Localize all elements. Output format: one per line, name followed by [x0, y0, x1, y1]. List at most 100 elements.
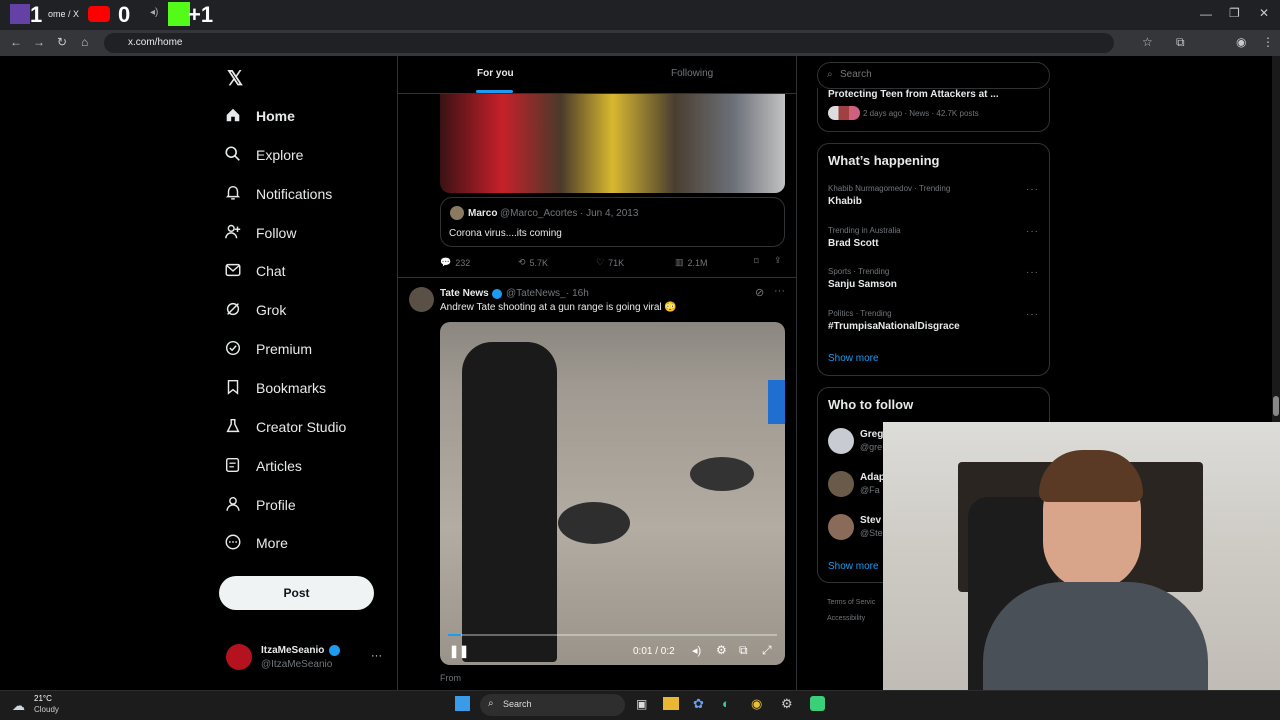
reply-button[interactable]: 💬 232 — [440, 257, 470, 268]
copilot-icon[interactable]: ✿ — [693, 696, 704, 712]
twitch-logo-overlay — [10, 4, 30, 24]
fullscreen-icon[interactable]: ⤢ — [762, 643, 772, 658]
taskbar-search[interactable]: ⌕ Search — [480, 694, 625, 716]
trend-title: Brad Scott — [828, 237, 879, 249]
account-switcher[interactable]: ItzaMeSeanio @ItzaMeSeanio ··· — [226, 642, 386, 674]
minimize-icon[interactable]: — — [1200, 7, 1212, 21]
search-box[interactable]: ⌕ — [817, 62, 1050, 89]
trend-more-icon[interactable]: ··· — [1026, 267, 1039, 278]
show-more-trends[interactable]: Show more — [828, 353, 879, 364]
person-icon — [224, 495, 242, 516]
pause-icon[interactable]: ❚❚ — [449, 644, 469, 658]
x-logo[interactable]: 𝕏 — [227, 66, 243, 91]
close-icon[interactable]: ✕ — [1259, 6, 1269, 20]
video-frame-figure — [462, 342, 557, 662]
back-icon[interactable]: ← — [10, 35, 22, 49]
share-icon[interactable]: ⇪ — [774, 255, 782, 266]
chart-icon: ▥ — [675, 257, 684, 267]
extensions-icon[interactable]: ⧉ — [1176, 35, 1185, 50]
trend-item[interactable]: Politics · Trending #TrumpisaNationalDisg… — [828, 309, 1038, 343]
scrollbar-thumb[interactable] — [1273, 396, 1279, 416]
post-video[interactable]: ❚❚ 0:01 / 0:2 ◂) ⚙ ⧉ ⤢ — [440, 322, 785, 665]
start-icon[interactable] — [455, 696, 470, 711]
post-author-handle[interactable]: @TateNews_ — [506, 288, 566, 299]
quoted-name: Marco — [468, 208, 498, 219]
show-more-follow[interactable]: Show more — [828, 561, 879, 572]
bookmark-star-icon[interactable]: ☆ — [1142, 35, 1153, 49]
reply-count: 232 — [455, 257, 471, 268]
bookmark-post-icon[interactable]: ⌑ — [754, 256, 759, 267]
quoted-tweet[interactable]: Marco @Marco_Acortes · Jun 4, 2013 Coron… — [440, 197, 785, 247]
nav-item-premium[interactable]: Premium — [224, 334, 312, 364]
grok-post-icon[interactable]: ⊘ — [755, 286, 764, 299]
tab-following[interactable]: Following — [671, 68, 713, 79]
nav-item-bookmarks[interactable]: Bookmarks — [224, 373, 326, 403]
post-button[interactable]: Post — [219, 576, 374, 610]
pip-icon[interactable]: ⧉ — [739, 643, 748, 658]
browser-tab-title[interactable]: ome / X — [48, 9, 79, 19]
nav-item-more[interactable]: More — [224, 528, 288, 558]
restore-icon[interactable]: ❐ — [1229, 6, 1240, 20]
trend-item[interactable]: Trending in Australia Brad Scott ··· — [828, 226, 1038, 260]
video-source-label: From — [440, 673, 461, 683]
heart-icon: ♡ — [596, 257, 605, 267]
flask-icon — [224, 417, 242, 438]
browser-menu-icon[interactable]: ⋮ — [1262, 35, 1274, 49]
trend-more-icon[interactable]: ··· — [1026, 226, 1039, 237]
trend-item[interactable]: Sports · Trending Sanju Samson ··· — [828, 267, 1038, 301]
nav-item-home[interactable]: Home — [224, 101, 295, 131]
file-explorer-icon[interactable] — [663, 697, 679, 710]
post-time: · 16h — [566, 288, 589, 299]
footer-link-terms[interactable]: Terms of Servic — [827, 599, 875, 606]
nav-item-label: Articles — [256, 458, 302, 474]
steam-icon[interactable]: ⚙ — [781, 696, 793, 712]
avatar — [450, 206, 464, 220]
nav-item-articles[interactable]: Articles — [224, 451, 302, 481]
post-image-top[interactable] — [440, 94, 785, 193]
post-more-icon[interactable]: ··· — [774, 285, 785, 297]
nav-item-creator-studio[interactable]: Creator Studio — [224, 412, 346, 442]
repost-button[interactable]: ⟲ 5.7K — [518, 257, 548, 268]
news-meta: 2 days ago · News · 42.7K posts — [863, 109, 979, 118]
trend-more-icon[interactable]: ··· — [1026, 184, 1039, 195]
volume-icon[interactable]: ◂) — [692, 644, 701, 657]
views-button[interactable]: ▥ 2.1M — [675, 257, 708, 268]
news-box[interactable]: Protecting Teen from Attackers at ... 2 … — [817, 88, 1050, 132]
url-field[interactable]: x.com/home — [104, 33, 1114, 53]
tab-for-you[interactable]: For you — [477, 68, 514, 79]
settings-icon[interactable]: ⚙ — [716, 643, 727, 657]
video-progress-bar[interactable] — [448, 634, 777, 636]
whats-happening-box: What’s happening Show more Khabib Nurmag… — [817, 143, 1050, 376]
post-author-name[interactable]: Tate News — [440, 288, 489, 299]
reload-icon[interactable]: ↻ — [57, 35, 67, 49]
avatar — [226, 644, 252, 670]
profile-avatar-icon[interactable]: ◉ — [1236, 35, 1246, 49]
weather-desc: Cloudy — [34, 705, 59, 714]
chrome-icon[interactable]: ◉ — [751, 696, 762, 712]
edge-icon[interactable]: ◐ — [722, 696, 730, 711]
trend-item[interactable]: Khabib Nurmagomedov · Trending Khabib ··· — [828, 184, 1038, 218]
nav-item-explore[interactable]: Explore — [224, 140, 303, 170]
account-menu-icon[interactable]: ··· — [371, 650, 382, 662]
nav-item-chat[interactable]: Chat — [224, 256, 286, 286]
task-view-icon[interactable]: ▣ — [636, 697, 647, 711]
trend-meta: Trending in Australia — [828, 225, 901, 235]
nav-item-grok[interactable]: Grok — [224, 295, 286, 325]
avatar[interactable] — [409, 287, 434, 312]
nav-item-follow[interactable]: Follow — [224, 218, 296, 248]
search-input[interactable] — [840, 69, 1040, 80]
video-frame-barrel — [768, 380, 785, 424]
article-icon — [224, 456, 242, 477]
app-icon[interactable] — [810, 696, 825, 711]
nav-item-profile[interactable]: Profile — [224, 490, 296, 520]
trend-more-icon[interactable]: ··· — [1026, 309, 1039, 320]
nav-item-label: Profile — [256, 497, 296, 513]
nav-item-notifications[interactable]: Notifications — [224, 179, 332, 209]
footer-link-accessibility[interactable]: Accessibility — [827, 615, 865, 622]
home-browser-icon[interactable]: ⌂ — [81, 35, 88, 49]
follow-name: Greg — [860, 429, 884, 440]
nav-item-label: Creator Studio — [256, 419, 347, 435]
tab-active-indicator — [476, 90, 513, 93]
forward-icon[interactable]: → — [33, 35, 45, 49]
like-button[interactable]: ♡ 71K — [596, 257, 624, 268]
